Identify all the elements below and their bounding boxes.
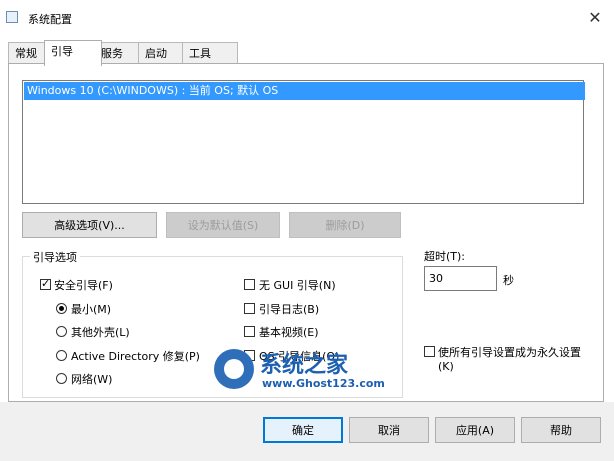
help-button[interactable]: 帮助: [521, 417, 601, 443]
no-gui-boot-label[interactable]: 无 GUI 引导(N): [259, 277, 336, 293]
make-permanent-label-key[interactable]: (K): [438, 360, 454, 373]
network-radio[interactable]: [56, 373, 67, 384]
close-icon[interactable]: ✕: [584, 6, 606, 28]
boot-log-label[interactable]: 引导日志(B): [259, 301, 319, 317]
tab-boot[interactable]: 引导: [44, 40, 102, 66]
make-permanent-checkbox[interactable]: [424, 346, 435, 357]
active-directory-label[interactable]: Active Directory 修复(P): [71, 348, 200, 364]
delete-button[interactable]: 删除(D): [289, 212, 401, 238]
base-video-label[interactable]: 基本视频(E): [259, 324, 319, 340]
watermark-title: 系统之家: [260, 353, 349, 378]
set-default-button[interactable]: 设为默认值(S): [166, 212, 280, 238]
make-permanent-label[interactable]: 使所有引导设置成为永久设置: [438, 344, 581, 360]
alternate-shell-radio[interactable]: [56, 326, 67, 337]
timeout-input[interactable]: 30: [424, 266, 497, 291]
base-video-checkbox[interactable]: [244, 326, 255, 337]
safe-boot-checkbox[interactable]: [40, 277, 51, 290]
active-directory-radio[interactable]: [56, 350, 67, 361]
os-list-item[interactable]: Windows 10 (C:\WINDOWS) : 当前 OS; 默认 OS: [24, 82, 585, 100]
system-config-icon: [6, 11, 18, 23]
watermark: 系统之家 www.Ghost123.com: [214, 347, 414, 395]
ok-button[interactable]: 确定: [263, 417, 343, 443]
watermark-logo-icon: [214, 349, 254, 389]
os-list[interactable]: Windows 10 (C:\WINDOWS) : 当前 OS; 默认 OS: [22, 80, 585, 204]
alternate-shell-label[interactable]: 其他外壳(L): [71, 324, 130, 340]
cancel-button[interactable]: 取消: [349, 417, 429, 443]
window-title: 系统配置: [28, 13, 72, 26]
timeout-label: 超时(T):: [424, 250, 466, 263]
minimal-label[interactable]: 最小(M): [71, 301, 111, 317]
apply-button[interactable]: 应用(A): [435, 417, 515, 443]
minimal-radio[interactable]: [56, 303, 67, 314]
boot-log-checkbox[interactable]: [244, 303, 255, 314]
title-bar: 系统配置 ✕: [0, 0, 614, 34]
no-gui-boot-checkbox[interactable]: [244, 279, 255, 290]
watermark-url: www.Ghost123.com: [262, 377, 385, 390]
timeout-unit: 秒: [503, 274, 514, 287]
boot-options-label: 引导选项: [30, 249, 80, 265]
network-label[interactable]: 网络(W): [71, 371, 112, 387]
safe-boot-label[interactable]: 安全引导(F): [54, 277, 113, 293]
tab-tools[interactable]: 工具: [182, 42, 238, 65]
advanced-options-button[interactable]: 高级选项(V)...: [22, 212, 157, 238]
